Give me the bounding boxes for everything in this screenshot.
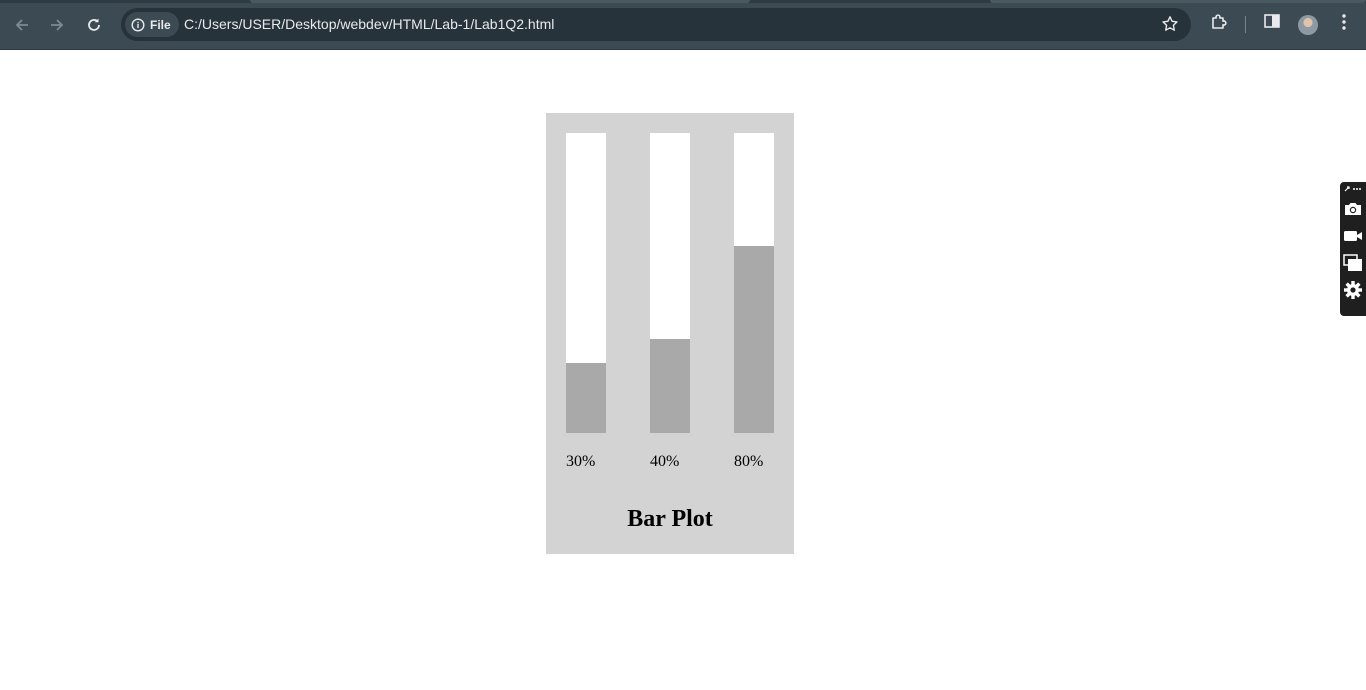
bar-label: 30% — [566, 453, 596, 470]
back-arrow-icon — [15, 19, 28, 31]
video-camera-icon[interactable] — [1343, 227, 1363, 245]
screens-icon[interactable] — [1343, 254, 1363, 272]
browser-toolbar: File C:/Users/USER/Desktop/webdev/HTML/L… — [0, 0, 1366, 50]
tab-fragment[interactable] — [250, 0, 750, 3]
address-bar[interactable]: File C:/Users/USER/Desktop/webdev/HTML/L… — [121, 8, 1191, 41]
url-text[interactable]: C:/Users/USER/Desktop/webdev/HTML/Lab-1/… — [184, 16, 554, 32]
bar-label: 80% — [734, 453, 764, 470]
bar-track — [734, 133, 774, 433]
profile-avatar[interactable] — [1298, 15, 1318, 35]
bar-fill — [650, 339, 690, 433]
tab-fragment[interactable] — [990, 0, 1366, 3]
settings-gear-icon[interactable] — [1343, 280, 1363, 300]
info-icon — [131, 17, 145, 32]
back-button[interactable] — [7, 10, 37, 40]
site-chip-label: File — [150, 17, 171, 32]
reload-button[interactable] — [79, 10, 109, 40]
forward-arrow-icon — [51, 19, 64, 31]
more-menu-icon[interactable] — [1336, 12, 1352, 32]
side-panel-icon[interactable] — [1263, 12, 1281, 30]
bar-plot-container: Bar Plot 30% 40% 80% — [546, 113, 794, 554]
bar-fill — [566, 363, 606, 433]
bar-track — [650, 133, 690, 433]
plot-title: Bar Plot — [627, 506, 713, 532]
toolbar-separator — [1245, 16, 1246, 33]
bar-fill — [734, 246, 774, 433]
camera-icon[interactable] — [1343, 200, 1363, 218]
site-info-chip[interactable]: File — [125, 12, 179, 37]
tab-strip — [0, 0, 1366, 3]
forward-button[interactable] — [42, 10, 72, 40]
bar-track — [566, 133, 606, 433]
bar-label: 40% — [650, 453, 680, 470]
widget-menu-icon[interactable] — [1343, 185, 1363, 193]
extensions-puzzle-icon[interactable] — [1209, 12, 1229, 32]
capture-widget — [1340, 182, 1366, 316]
bookmark-star-icon[interactable] — [1161, 15, 1179, 33]
reload-icon — [88, 18, 100, 31]
